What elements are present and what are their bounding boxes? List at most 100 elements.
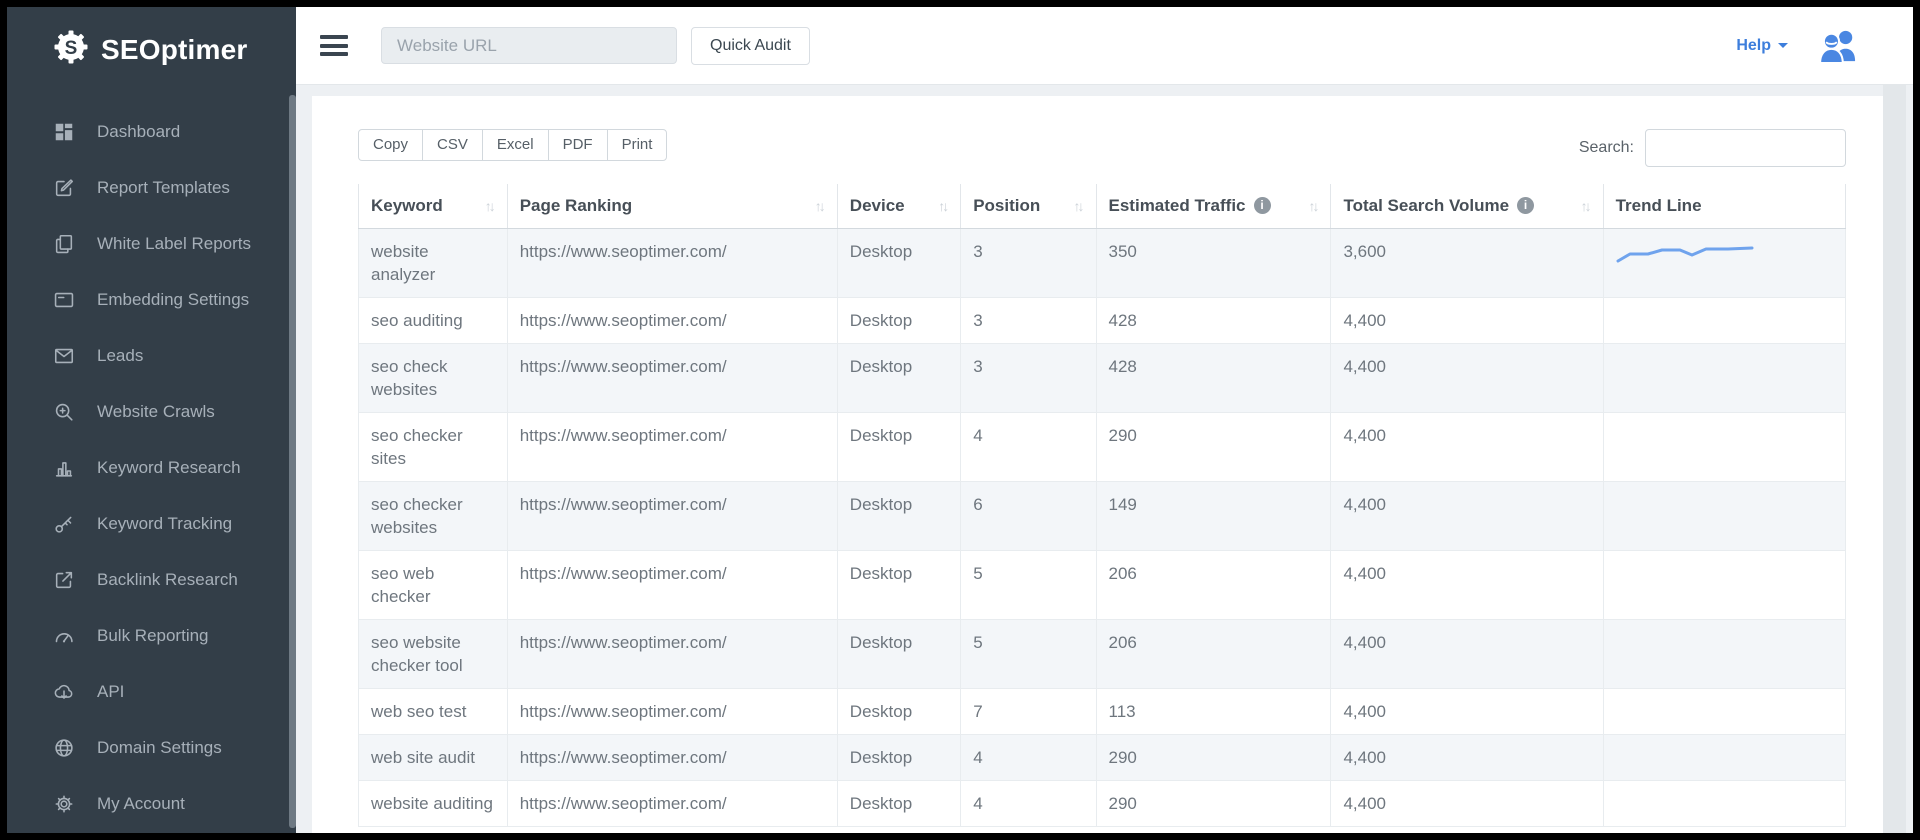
cell-position: 3 (961, 343, 1096, 412)
column-header-trend-line: Trend Line (1603, 184, 1845, 228)
export-button-group: CopyCSVExcelPDFPrint (358, 129, 667, 161)
caret-down-icon (1778, 43, 1788, 48)
column-header-page-ranking[interactable]: Page Ranking↑↓ (507, 184, 837, 228)
cell-position: 6 (961, 481, 1096, 550)
sidebar-item-label: API (97, 682, 124, 702)
column-header-keyword[interactable]: Keyword ↑↓ (359, 184, 508, 228)
sidebar-item-keyword-tracking[interactable]: Keyword Tracking (7, 496, 296, 552)
gear-icon (52, 792, 76, 816)
sidebar-item-backlink-research[interactable]: Backlink Research (7, 552, 296, 608)
info-icon[interactable]: i (1517, 197, 1534, 214)
cell-position: 4 (961, 780, 1096, 826)
cell-page-ranking: https://www.seoptimer.com/ (507, 228, 837, 297)
edit-pencil-icon (52, 176, 76, 200)
csv-export-button[interactable]: CSV (422, 129, 483, 161)
cell-keyword: web seo test (359, 688, 508, 734)
column-header-estimated-traffic[interactable]: Estimated Traffici↑↓ (1096, 184, 1331, 228)
cell-keyword: seo check websites (359, 343, 508, 412)
column-header-position[interactable]: Position↑↓ (961, 184, 1096, 228)
cell-device: Desktop (837, 412, 960, 481)
cell-total-search-volume: 4,400 (1331, 734, 1603, 780)
sidebar: S SEOptimer Dashboard Report Templates Whi… (7, 7, 296, 833)
cell-position: 5 (961, 550, 1096, 619)
column-label: Keyword (371, 196, 443, 216)
sort-arrows-icon[interactable]: ↑↓ (938, 198, 948, 214)
sidebar-item-embedding-settings[interactable]: Embedding Settings (7, 272, 296, 328)
cell-keyword: seo auditing (359, 297, 508, 343)
website-url-input[interactable] (381, 27, 677, 64)
sidebar-item-api[interactable]: API (7, 664, 296, 720)
sidebar-item-bulk-reporting[interactable]: Bulk Reporting (7, 608, 296, 664)
print-export-button[interactable]: Print (607, 129, 668, 161)
sidebar-item-website-crawls[interactable]: Website Crawls (7, 384, 296, 440)
cell-page-ranking: https://www.seoptimer.com/ (507, 619, 837, 688)
sidebar-item-report-templates[interactable]: Report Templates (7, 160, 296, 216)
table-row: web site audithttps://www.seoptimer.com/… (359, 734, 1846, 780)
menu-toggle-icon[interactable] (320, 31, 348, 61)
sidebar-item-label: Domain Settings (97, 738, 222, 758)
quick-audit-button[interactable]: Quick Audit (691, 27, 810, 65)
sidebar-item-label: Dashboard (97, 122, 180, 142)
page-scrollbar[interactable] (1883, 85, 1906, 833)
column-header-total-search-volume[interactable]: Total Search Volumei↑↓ (1331, 184, 1603, 228)
copy-export-button[interactable]: Copy (358, 129, 423, 161)
cell-total-search-volume: 4,400 (1331, 780, 1603, 826)
help-label: Help (1736, 37, 1771, 55)
info-icon[interactable]: i (1254, 197, 1271, 214)
cell-device: Desktop (837, 734, 960, 780)
main-area: Quick Audit Help (296, 7, 1913, 833)
cell-estimated-traffic: 206 (1096, 619, 1331, 688)
column-header-device[interactable]: Device↑↓ (837, 184, 960, 228)
cell-estimated-traffic: 206 (1096, 550, 1331, 619)
cell-position: 5 (961, 619, 1096, 688)
cell-device: Desktop (837, 619, 960, 688)
cell-estimated-traffic: 290 (1096, 734, 1331, 780)
cell-page-ranking: https://www.seoptimer.com/ (507, 734, 837, 780)
sidebar-item-label: White Label Reports (97, 234, 251, 254)
sort-arrows-icon[interactable]: ↑↓ (1308, 198, 1318, 214)
sidebar-item-domain-settings[interactable]: Domain Settings (7, 720, 296, 776)
cell-position: 7 (961, 688, 1096, 734)
cell-keyword: website auditing (359, 780, 508, 826)
table-search: Search: (1579, 129, 1846, 167)
search-input[interactable] (1645, 129, 1846, 167)
gauge-icon (52, 624, 76, 648)
sidebar-item-my-account[interactable]: My Account (7, 776, 296, 832)
sidebar-item-keyword-research[interactable]: Keyword Research (7, 440, 296, 496)
sort-arrows-icon[interactable]: ↑↓ (1581, 198, 1591, 214)
table-row: website auditinghttps://www.seoptimer.co… (359, 780, 1846, 826)
table-row: seo check websiteshttps://www.seoptimer.… (359, 343, 1846, 412)
topbar: Quick Audit Help (296, 7, 1913, 85)
sort-arrows-icon[interactable]: ↑↓ (485, 198, 495, 214)
table-header-row: Keyword↑↓Page Ranking↑↓Device↑↓Position↑… (359, 184, 1846, 228)
keyword-ranking-table: Keyword↑↓Page Ranking↑↓Device↑↓Position↑… (358, 184, 1846, 827)
cell-keyword: seo checker websites (359, 481, 508, 550)
content-panel: CopyCSVExcelPDFPrint Search: Keyword↑↓Pa… (312, 96, 1883, 833)
cell-device: Desktop (837, 228, 960, 297)
cell-trend-line (1603, 619, 1845, 688)
cell-keyword: website analyzer (359, 228, 508, 297)
search-label: Search: (1579, 139, 1634, 157)
sort-arrows-icon[interactable]: ↑↓ (1074, 198, 1084, 214)
sort-arrows-icon[interactable]: ↑↓ (815, 198, 825, 214)
sidebar-item-white-label-reports[interactable]: White Label Reports (7, 216, 296, 272)
brand-logo[interactable]: S SEOptimer (7, 7, 296, 72)
cell-total-search-volume: 4,400 (1331, 481, 1603, 550)
help-menu[interactable]: Help (1736, 37, 1788, 55)
sidebar-item-label: Bulk Reporting (97, 626, 209, 646)
sidebar-item-dashboard[interactable]: Dashboard (7, 104, 296, 160)
sidebar-scrollbar[interactable] (289, 95, 296, 828)
users-icon[interactable] (1818, 28, 1860, 63)
cell-device: Desktop (837, 297, 960, 343)
embed-card-icon (52, 288, 76, 312)
app-window: S SEOptimer Dashboard Report Templates Whi… (0, 0, 1920, 840)
trend-sparkline (1616, 244, 1756, 268)
sidebar-item-leads[interactable]: Leads (7, 328, 296, 384)
cell-trend-line (1603, 481, 1845, 550)
sidebar-item-label: Backlink Research (97, 570, 238, 590)
cell-trend-line (1603, 228, 1845, 297)
brand-name: SEOptimer (101, 34, 248, 66)
table-row: seo checker websiteshttps://www.seoptime… (359, 481, 1846, 550)
excel-export-button[interactable]: Excel (482, 129, 549, 161)
pdf-export-button[interactable]: PDF (548, 129, 608, 161)
